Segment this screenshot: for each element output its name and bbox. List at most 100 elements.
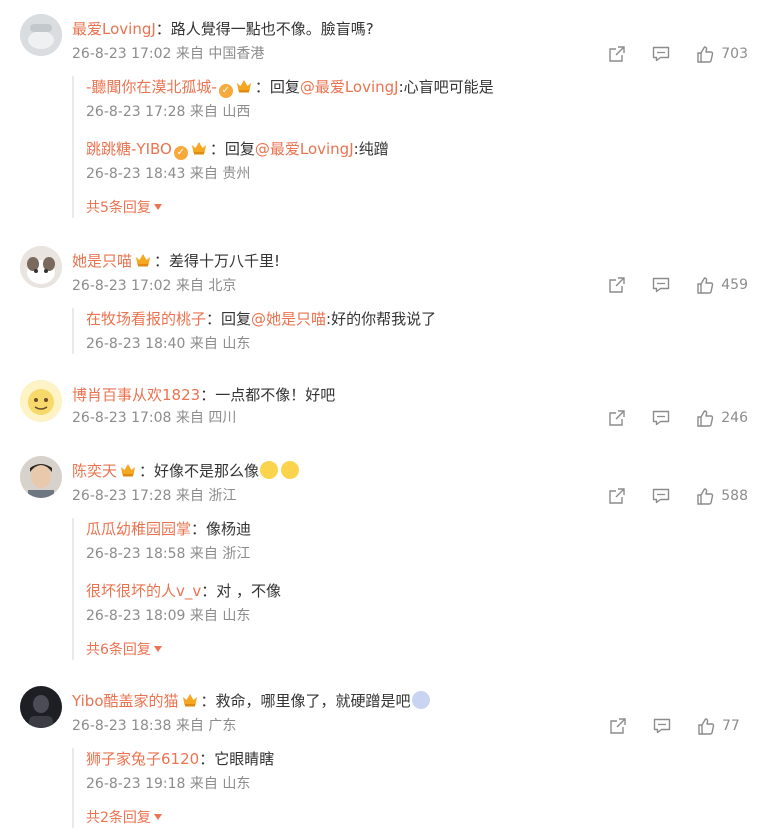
- share-icon[interactable]: [607, 275, 627, 295]
- reply-thread: 狮子家兔子6120：它眼睛瞎 26-8-23 19:18 来自 山东 共2条回复: [72, 748, 274, 828]
- comment-actions: 459: [583, 274, 748, 296]
- source: 来自 广东: [175, 718, 237, 734]
- source: 来自 中国香港: [175, 46, 265, 62]
- comment-line: 最爱LovingJ：路人覺得一點也不像。臉盲嗎?: [72, 18, 374, 40]
- more-replies-link[interactable]: 共5条回复: [86, 198, 494, 218]
- username[interactable]: 很坏很坏的人v_v: [86, 582, 201, 600]
- more-replies-label: 共6条回复: [86, 642, 151, 658]
- verified-badge-icon: ✓: [173, 146, 188, 160]
- reply-text: :好的你帮我说了: [326, 310, 437, 328]
- like-icon[interactable]: [695, 408, 715, 428]
- reply-prefix: ：回复: [254, 78, 300, 96]
- like-icon[interactable]: [695, 486, 715, 506]
- username[interactable]: 狮子家兔子6120: [86, 750, 199, 768]
- reply-prefix: ：回复: [206, 310, 252, 328]
- username[interactable]: 最爱LovingJ: [72, 20, 156, 38]
- comment-text: ：路人覺得一點也不像。臉盲嗎?: [155, 20, 374, 38]
- mention-link[interactable]: @她是只喵: [251, 310, 326, 328]
- like-icon[interactable]: [695, 44, 715, 64]
- source: 来自 山东: [189, 608, 251, 624]
- laughing-emoji-icon: [260, 461, 279, 479]
- timestamp: 26-8-23 18:38: [72, 718, 172, 734]
- source: 来自 山东: [189, 336, 251, 352]
- crown-icon: [135, 253, 151, 267]
- source: 来自 四川: [175, 410, 237, 426]
- timestamp: 26-8-23 18:09: [86, 608, 186, 624]
- avatar[interactable]: [20, 246, 62, 288]
- like-icon[interactable]: [696, 716, 716, 736]
- more-replies-link[interactable]: 共2条回复: [86, 808, 274, 828]
- reply-prefix: ：回复: [209, 140, 255, 158]
- comment-text: ：救命，哪里像了，就硬蹭是吧: [200, 692, 411, 710]
- username[interactable]: 瓜瓜幼稚园园掌: [86, 520, 191, 538]
- reply-item: 在牧场看报的桃子：回复@她是只喵:好的你帮我说了 26-8-23 18:40 来…: [86, 308, 436, 354]
- like-count: 77: [722, 718, 740, 734]
- avatar[interactable]: [20, 456, 62, 498]
- comment-line: 她是只喵 ：差得十万八千里!: [72, 250, 280, 272]
- comment-line: 陈奕天 ：好像不是那么像: [72, 460, 300, 482]
- comment-icon[interactable]: [652, 716, 672, 736]
- source: 来自 浙江: [175, 488, 237, 504]
- timestamp: 26-8-23 17:08: [72, 410, 172, 426]
- comment-text: ：差得十万八千里!: [154, 252, 281, 270]
- username[interactable]: 跳跳糖-YIBO: [86, 140, 172, 158]
- username[interactable]: 博肖百事从欢1823: [72, 386, 200, 404]
- reply-item: 狮子家兔子6120：它眼睛瞎 26-8-23 19:18 来自 山东: [86, 748, 274, 794]
- like-count: 246: [721, 410, 748, 426]
- triangle-down-icon: [153, 646, 162, 652]
- like-icon[interactable]: [695, 275, 715, 295]
- crown-icon: [191, 141, 207, 155]
- comment-icon[interactable]: [651, 44, 671, 64]
- reply-item: 瓜瓜幼稚园园掌：像杨迪 26-8-23 18:58 来自 浙江: [86, 518, 281, 564]
- avatar[interactable]: [20, 686, 62, 728]
- comment-meta: 26-8-23 17:28 来自 浙江: [72, 486, 236, 506]
- username[interactable]: 在牧场看报的桃子: [86, 310, 206, 328]
- share-icon[interactable]: [607, 408, 627, 428]
- timestamp: 26-8-23 18:40: [86, 336, 186, 352]
- comment-icon[interactable]: [651, 408, 671, 428]
- triangle-down-icon: [153, 814, 162, 820]
- comment-actions: 703: [583, 43, 748, 65]
- source: 来自 浙江: [189, 546, 251, 562]
- timestamp: 26-8-23 19:18: [86, 776, 186, 792]
- reply-thread: 在牧场看报的桃子：回复@她是只喵:好的你帮我说了 26-8-23 18:40 来…: [72, 308, 436, 354]
- mention-link[interactable]: @最爱LovingJ: [300, 78, 399, 96]
- comment-actions: 77: [584, 715, 748, 737]
- comment-meta: 26-8-23 17:02 来自 中国香港: [72, 44, 264, 64]
- username[interactable]: 她是只喵: [72, 252, 132, 270]
- share-icon[interactable]: [607, 486, 627, 506]
- reply-item: -聽聞你在漠北孤城- ✓ ：回复@最爱LovingJ:心盲吧可能是 26-8-23 …: [86, 76, 494, 122]
- reply-text: ：对 ，不像: [201, 582, 282, 600]
- username[interactable]: Yibo酷盖家的猫: [72, 692, 179, 710]
- comment-icon[interactable]: [651, 275, 671, 295]
- verified-badge-icon: ✓: [218, 84, 233, 98]
- crown-icon: [120, 463, 136, 477]
- reply-text: :纯蹭: [353, 140, 389, 158]
- more-replies-label: 共5条回复: [86, 200, 151, 216]
- comment-icon[interactable]: [651, 486, 671, 506]
- share-icon[interactable]: [607, 44, 627, 64]
- share-icon[interactable]: [608, 716, 628, 736]
- source: 来自 北京: [175, 278, 237, 294]
- like-count: 588: [721, 488, 748, 504]
- more-replies-label: 共2条回复: [86, 810, 151, 826]
- mention-link[interactable]: @最爱LovingJ: [255, 140, 354, 158]
- crown-icon: [182, 693, 198, 707]
- comment-actions: 588: [583, 485, 748, 507]
- reply-thread: -聽聞你在漠北孤城- ✓ ：回复@最爱LovingJ:心盲吧可能是 26-8-23 …: [72, 76, 494, 218]
- timestamp: 26-8-23 17:02: [72, 46, 172, 62]
- like-count: 459: [721, 277, 748, 293]
- reply-text: :心盲吧可能是: [398, 78, 494, 96]
- comment-text: ：一点都不像！好吧: [200, 386, 336, 404]
- avatar[interactable]: [20, 380, 62, 422]
- username[interactable]: 陈奕天: [72, 462, 117, 480]
- comment-line: 博肖百事从欢1823：一点都不像！好吧: [72, 384, 335, 406]
- avatar[interactable]: [20, 14, 62, 56]
- like-count: 703: [721, 46, 748, 62]
- reply-item: 跳跳糖-YIBO ✓ ：回复@最爱LovingJ:纯蹭 26-8-23 18:43 …: [86, 138, 494, 184]
- source: 来自 山西: [189, 104, 251, 120]
- more-replies-link[interactable]: 共6条回复: [86, 640, 281, 660]
- username[interactable]: -聽聞你在漠北孤城-: [86, 78, 217, 96]
- reply-text: ：像杨迪: [191, 520, 252, 538]
- timestamp: 26-8-23 17:02: [72, 278, 172, 294]
